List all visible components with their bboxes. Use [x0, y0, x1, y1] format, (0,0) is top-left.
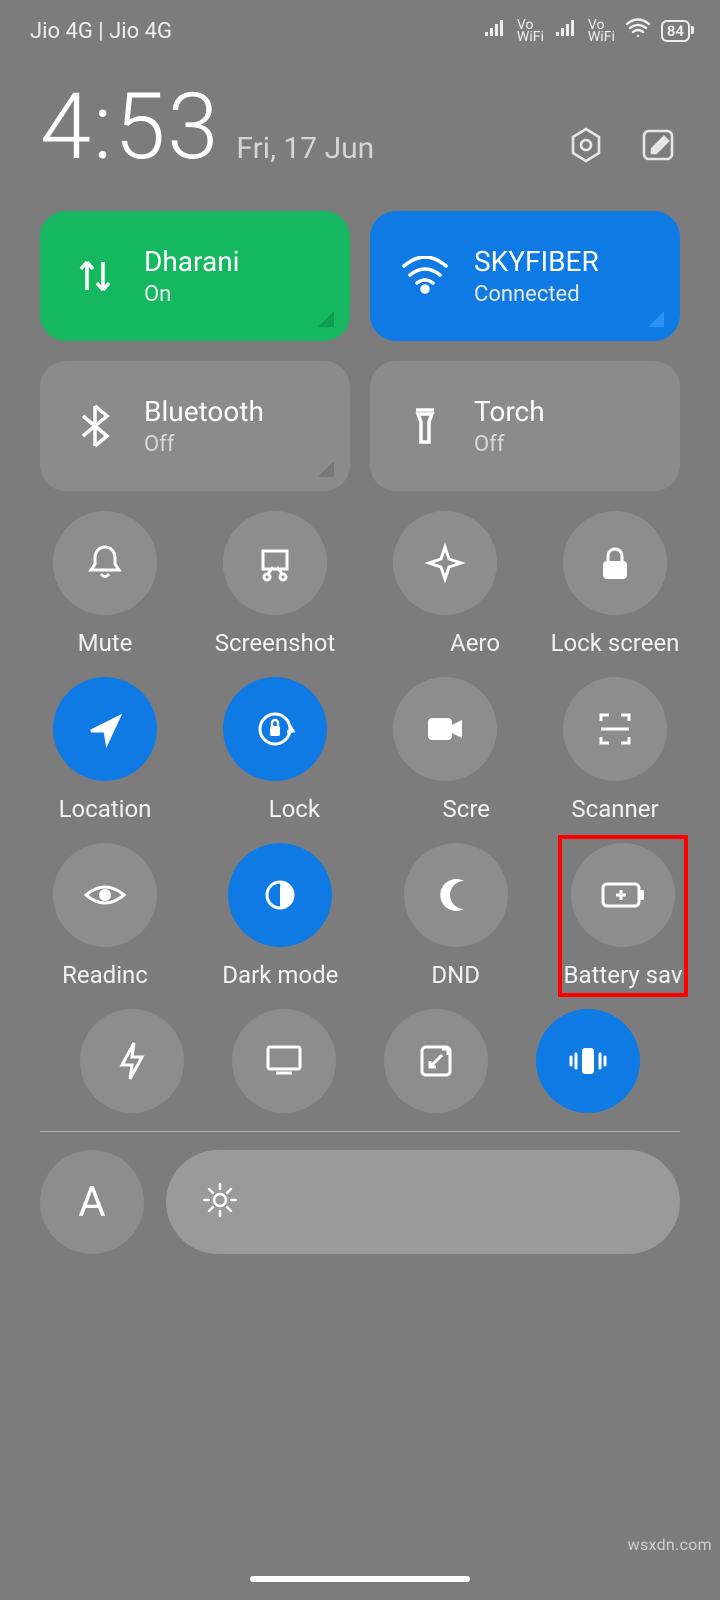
tile-sub: Off [474, 432, 545, 457]
toggle-row: Location tion Lock rder Scre Scanner [40, 677, 680, 823]
mute-toggle[interactable] [53, 511, 157, 615]
toggle-label: Scre [443, 795, 510, 823]
toggle-label: Location [59, 795, 152, 823]
scissors-icon [253, 541, 297, 585]
tile-title: Dharani [144, 245, 239, 278]
clock-date: Fri, 17 Jun [236, 131, 374, 176]
toggle-label: Aero [450, 629, 510, 657]
wifi-tile[interactable]: SKYFIBER Connected [370, 211, 680, 341]
window-icon [416, 1041, 456, 1081]
tile-sub: On [144, 282, 239, 307]
wifi-icon [625, 18, 651, 44]
toggle-label: Dark mode [222, 961, 338, 989]
lock-screen-toggle[interactable] [563, 511, 667, 615]
location-icon [85, 709, 125, 749]
reading-mode-toggle[interactable] [53, 843, 157, 947]
clock-time: 4:53 [40, 74, 220, 181]
dark-mode-toggle[interactable] [228, 843, 332, 947]
battery-icon: 84 [661, 20, 690, 42]
battery-saver-highlight: Battery sav [558, 835, 688, 997]
video-icon [424, 712, 466, 746]
auto-brightness-label: A [78, 1178, 105, 1227]
bell-icon [83, 541, 127, 585]
brightness-slider[interactable] [166, 1150, 680, 1254]
toggle-label: Readinc [62, 961, 148, 989]
wifi-icon [398, 249, 452, 303]
vowifi-icon: Vo WiFi [517, 19, 544, 43]
bluetooth-icon [68, 399, 122, 453]
watermark: wsxdn.com [628, 1535, 712, 1554]
boost-toggle[interactable] [80, 1009, 184, 1113]
bolt-icon [116, 1039, 148, 1083]
bluetooth-tile[interactable]: Bluetooth Off [40, 361, 350, 491]
brightness-row: A [0, 1150, 720, 1254]
toggle-label: Scanner [571, 795, 658, 823]
scan-icon [593, 707, 637, 751]
screenshot-toggle[interactable] [223, 511, 327, 615]
auto-brightness-toggle[interactable]: A [40, 1150, 144, 1254]
brightness-icon [202, 1182, 238, 1222]
mobile-data-tile[interactable]: Dharani On [40, 211, 350, 341]
toggle-row: Mute Screenshot ode Aero Lock screen [40, 511, 680, 657]
rotation-lock-toggle[interactable] [223, 677, 327, 781]
status-tray: Vo WiFi Vo WiFi 84 [483, 18, 690, 44]
toggle-row: Readinc Dark mode DND Battery sav [40, 843, 680, 989]
toggle-label: Lock screen [551, 629, 680, 657]
home-indicator[interactable] [250, 1576, 470, 1582]
expand-icon [318, 311, 334, 327]
tile-sub: Off [144, 432, 264, 457]
lock-icon [595, 541, 635, 585]
floating-window-toggle[interactable] [384, 1009, 488, 1113]
cast-icon [262, 1043, 306, 1079]
vibrate-icon [564, 1044, 612, 1078]
vibrate-toggle[interactable] [536, 1009, 640, 1113]
signal-icon [483, 18, 507, 44]
moon-icon [436, 875, 476, 915]
tile-title: Bluetooth [144, 395, 264, 428]
location-toggle[interactable] [53, 677, 157, 781]
toggle-label: Screenshot [215, 629, 336, 657]
battery-saver-toggle[interactable] [571, 843, 675, 947]
screen-record-toggle[interactable] [393, 677, 497, 781]
toggle-label: DND [431, 961, 480, 989]
battery-plus-icon [599, 880, 647, 910]
toggle-row-unlabeled [40, 1009, 680, 1121]
toggles: Mute Screenshot ode Aero Lock screen Loc… [0, 511, 720, 1121]
dnd-toggle[interactable] [404, 843, 508, 947]
carrier-text: Jio 4G | Jio 4G [30, 19, 172, 44]
torch-tile[interactable]: Torch Off [370, 361, 680, 491]
settings-button[interactable] [564, 123, 608, 167]
signal-icon-2 [554, 18, 578, 44]
tile-sub: Connected [474, 282, 599, 307]
contrast-icon [260, 875, 300, 915]
toggle-label: Mute [78, 629, 133, 657]
divider [40, 1131, 680, 1132]
tile-title: Torch [474, 395, 545, 428]
edit-button[interactable] [636, 123, 680, 167]
eye-icon [82, 879, 128, 911]
rotation-lock-icon [252, 706, 298, 752]
clock-row: 4:53 Fri, 17 Jun [0, 54, 720, 211]
scanner-toggle[interactable] [563, 677, 667, 781]
toggle-label: Lock [269, 795, 340, 823]
cast-toggle[interactable] [232, 1009, 336, 1113]
big-tiles: Dharani On SKYFIBER Connected Bluetooth Off… [0, 211, 720, 511]
mobile-data-icon [68, 249, 122, 303]
airplane-icon [423, 541, 467, 585]
expand-icon [318, 461, 334, 477]
toggle-label: Battery sav [564, 961, 683, 989]
torch-icon [398, 399, 452, 453]
vowifi-icon-2: Vo WiFi [588, 19, 615, 43]
status-bar: Jio 4G | Jio 4G Vo WiFi Vo WiFi 84 [0, 0, 720, 54]
expand-icon [648, 311, 664, 327]
airplane-toggle[interactable] [393, 511, 497, 615]
tile-title: SKYFIBER [474, 245, 599, 278]
